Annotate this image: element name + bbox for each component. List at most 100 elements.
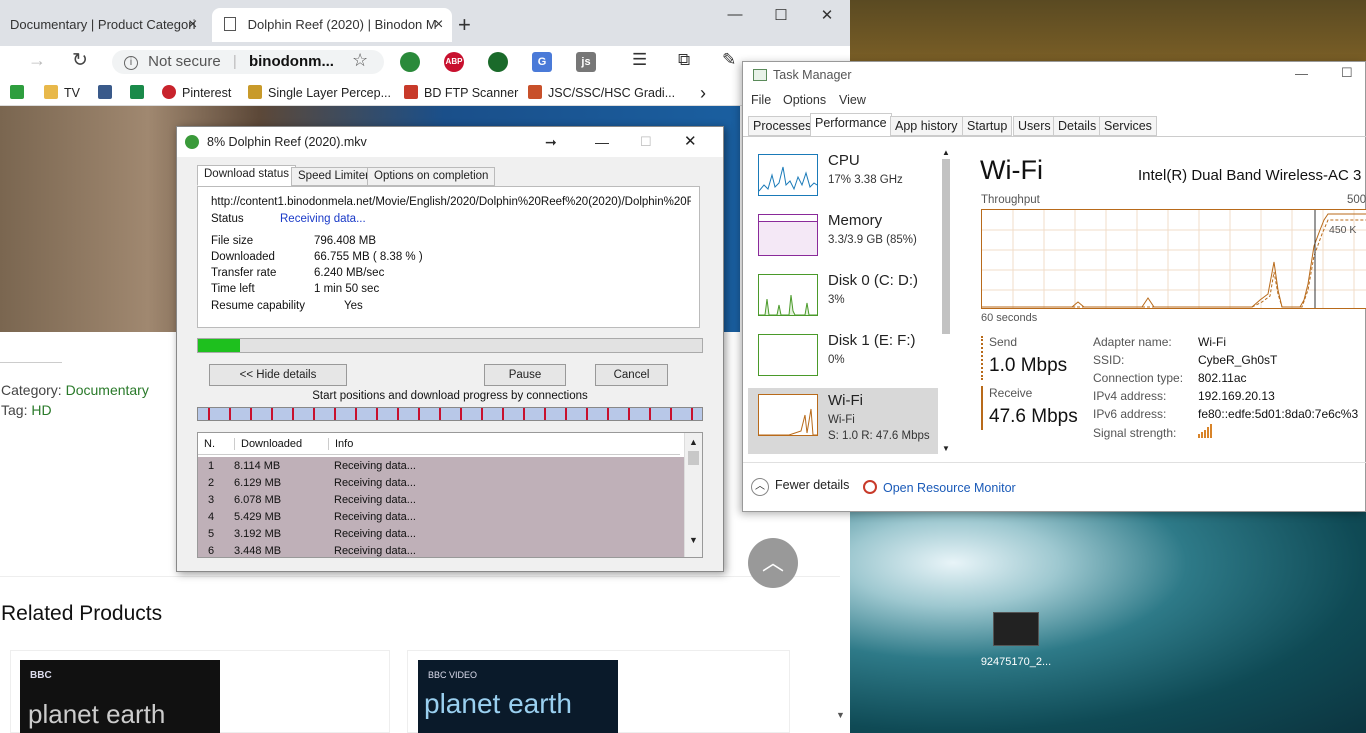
table-row[interactable]: 5 3.192 MB Receiving data... xyxy=(198,528,684,544)
maximize-button[interactable]: ☐ xyxy=(1341,65,1353,81)
category-label: Category: xyxy=(1,382,62,398)
sidebar-name: Wi-Fi xyxy=(828,392,863,409)
table-scrollbar[interactable]: ▲ ▼ xyxy=(684,433,702,557)
sidebar-item-cpu[interactable]: CPU 17% 3.38 GHz xyxy=(748,148,938,208)
feedback-icon[interactable]: ✎ xyxy=(722,50,736,70)
address-bar[interactable]: i Not secure | binodonm... xyxy=(112,50,384,74)
tab-processes[interactable]: Processes xyxy=(748,116,817,136)
table-row[interactable]: 1 8.114 MB Receiving data... xyxy=(198,460,684,476)
tab-app-history[interactable]: App history xyxy=(890,116,963,136)
scroll-down-icon[interactable]: ▼ xyxy=(685,535,702,545)
open-resource-monitor-link[interactable]: Open Resource Monitor xyxy=(863,480,1016,495)
bookmark-jsc[interactable]: JSC/SSC/HSC Gradi... xyxy=(528,84,675,102)
tab-speed-limiter[interactable]: Speed Limiter xyxy=(291,167,376,186)
close-window-button[interactable]: ✕ xyxy=(812,6,842,26)
pause-button[interactable]: Pause xyxy=(484,364,566,386)
dialog-titlebar: 8% Dolphin Reef (2020).mkv ➞ — ☐ ✕ xyxy=(177,127,723,157)
bookmark-search[interactable] xyxy=(98,84,118,102)
hide-details-button[interactable]: << Hide details xyxy=(209,364,347,386)
product-thumbnail[interactable]: BBC planet earth xyxy=(20,660,220,733)
tab-services[interactable]: Services xyxy=(1099,116,1157,136)
close-dialog-button[interactable]: ✕ xyxy=(684,127,697,157)
bookmark-bd-ftp[interactable]: BD FTP Scanner xyxy=(404,84,518,102)
scroll-thumb[interactable] xyxy=(942,159,950,334)
sidebar-item-disk0[interactable]: Disk 0 (C: D:) 3% xyxy=(748,268,938,328)
sidebar-item-disk1[interactable]: Disk 1 (E: F:) 0% xyxy=(748,328,938,388)
adblock-icon[interactable]: ABP xyxy=(444,52,464,72)
header-n[interactable]: N. xyxy=(204,438,215,450)
extension-green-icon[interactable] xyxy=(488,52,508,72)
table-row[interactable]: 3 6.078 MB Receiving data... xyxy=(198,494,684,510)
bookmarks-more-icon[interactable]: › xyxy=(700,84,706,102)
bookmark-star-icon[interactable]: ☆ xyxy=(352,50,368,71)
sidebar-scrollbar[interactable]: ▲ ▼ xyxy=(939,148,953,462)
menu-options[interactable]: Options xyxy=(783,93,826,107)
maximize-button[interactable]: ☐ xyxy=(766,6,796,26)
info-icon: i xyxy=(124,56,138,70)
connections-caption: Start positions and download progress by… xyxy=(312,390,588,402)
tab-options-on-completion[interactable]: Options on completion xyxy=(367,167,496,186)
category-link[interactable]: Documentary xyxy=(66,382,149,398)
tab-performance[interactable]: Performance xyxy=(810,113,892,137)
row-info: Receiving data... xyxy=(334,511,416,523)
bookmark-pinterest[interactable]: Pinterest xyxy=(162,84,231,102)
sidebar-item-wifi[interactable]: Wi-Fi Wi-Fi S: 1.0 R: 47.6 Mbps xyxy=(748,388,938,454)
js-extension-icon[interactable]: js xyxy=(576,52,596,72)
page-icon xyxy=(248,85,262,99)
wifi-thumbnail-graph xyxy=(758,394,818,436)
scroll-down-icon[interactable]: ▼ xyxy=(939,444,953,453)
sidebar-item-memory[interactable]: Memory 3.3/3.9 GB (85%) xyxy=(748,208,938,268)
forward-icon[interactable]: → xyxy=(28,50,46,71)
collections-icon[interactable]: ⧉ xyxy=(678,50,690,70)
fewer-details-button[interactable]: ︿ Fewer details xyxy=(751,478,849,496)
scroll-up-icon[interactable]: ▲ xyxy=(685,437,702,447)
receive-label: Receive xyxy=(989,386,1033,400)
tag-line: Tag: HD xyxy=(1,402,52,418)
desktop-file-icon[interactable]: 92475170_2... xyxy=(976,610,1056,670)
bookmark-tv[interactable]: TV xyxy=(44,84,80,102)
extension-globe-icon[interactable] xyxy=(400,52,420,72)
table-row[interactable]: 4 5.429 MB Receiving data... xyxy=(198,511,684,527)
minimize-button[interactable]: — xyxy=(595,127,609,157)
tag-link[interactable]: HD xyxy=(31,402,51,418)
tab-startup[interactable]: Startup xyxy=(962,116,1013,136)
tab-dolphin-reef[interactable]: Dolphin Reef (2020) | Binodon M × xyxy=(212,8,452,42)
detail-label: Connection type: xyxy=(1093,371,1184,385)
menu-file[interactable]: File xyxy=(751,93,771,107)
bookmark-green[interactable] xyxy=(130,84,150,102)
bbc-logo: BBC xyxy=(30,670,52,681)
table-row[interactable]: 2 6.129 MB Receiving data... xyxy=(198,477,684,493)
product-thumbnail[interactable]: BBC VIDEO planet earth xyxy=(418,660,618,733)
row-info: Receiving data... xyxy=(334,494,416,506)
tab-documentary[interactable]: Documentary | Product Categori × xyxy=(0,8,210,42)
scroll-up-icon[interactable]: ▲ xyxy=(939,148,953,157)
maximize-button[interactable]: ☐ xyxy=(640,127,652,157)
footer-divider xyxy=(743,462,1366,463)
row-downloaded: 5.429 MB xyxy=(234,511,282,523)
menu-view[interactable]: View xyxy=(839,93,866,107)
close-tab-icon[interactable]: × xyxy=(434,8,443,42)
header-downloaded[interactable]: Downloaded xyxy=(234,438,302,450)
tab-users[interactable]: Users xyxy=(1013,116,1056,136)
header-info[interactable]: Info xyxy=(328,438,353,450)
minimize-button[interactable]: — xyxy=(1295,66,1308,81)
ftp-icon xyxy=(404,85,418,99)
bookmark-single-layer[interactable]: Single Layer Percep... xyxy=(248,84,391,102)
reload-icon[interactable]: ↻ xyxy=(72,49,88,72)
scroll-to-top-button[interactable]: ︿ xyxy=(748,538,798,588)
category-line: Category: Documentary xyxy=(1,382,149,398)
scroll-thumb[interactable] xyxy=(688,451,699,465)
bookmark-upwork[interactable] xyxy=(10,84,30,102)
url-text: binodonm... xyxy=(248,53,334,70)
tab-details[interactable]: Details xyxy=(1053,116,1102,136)
new-tab-button[interactable]: + xyxy=(458,12,471,38)
translate-icon[interactable]: G xyxy=(532,52,552,72)
minimize-button[interactable]: — xyxy=(720,6,750,26)
time-range-label: 60 seconds xyxy=(981,312,1038,324)
page-scrollbar-down-icon[interactable]: ▼ xyxy=(836,710,845,720)
favorites-icon[interactable]: ☰ xyxy=(632,50,647,70)
table-row[interactable]: 6 3.448 MB Receiving data... xyxy=(198,545,684,557)
cancel-button[interactable]: Cancel xyxy=(595,364,668,386)
close-tab-icon[interactable]: × xyxy=(188,8,197,42)
tab-download-status[interactable]: Download status xyxy=(197,165,297,186)
